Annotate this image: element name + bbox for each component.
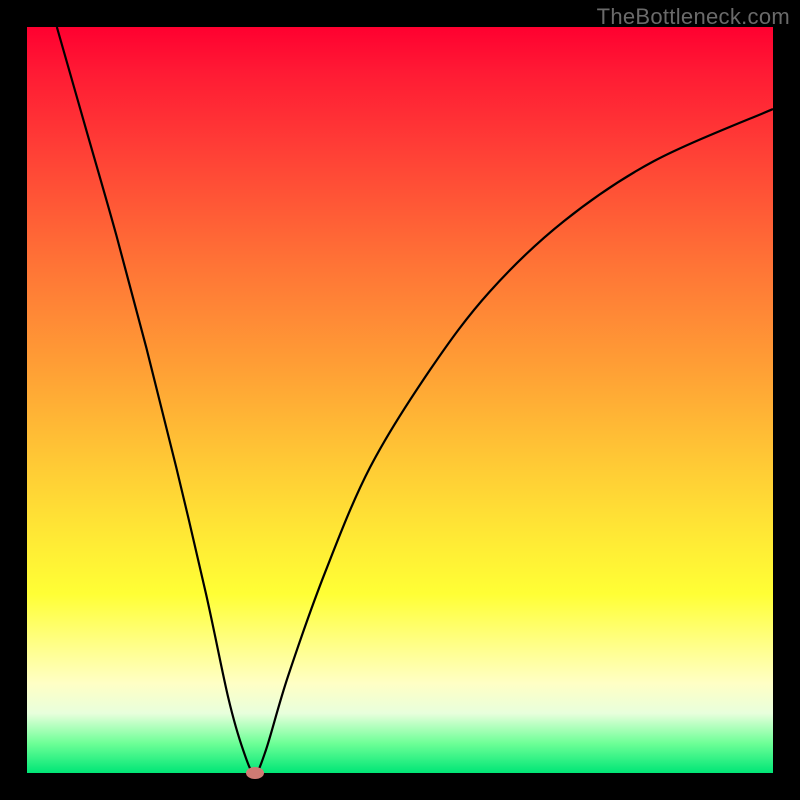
- minimum-marker: [246, 767, 264, 779]
- bottleneck-curve: [27, 27, 773, 773]
- curve-path: [57, 27, 773, 773]
- chart-frame: TheBottleneck.com: [0, 0, 800, 800]
- plot-area: [27, 27, 773, 773]
- watermark-text: TheBottleneck.com: [597, 4, 790, 30]
